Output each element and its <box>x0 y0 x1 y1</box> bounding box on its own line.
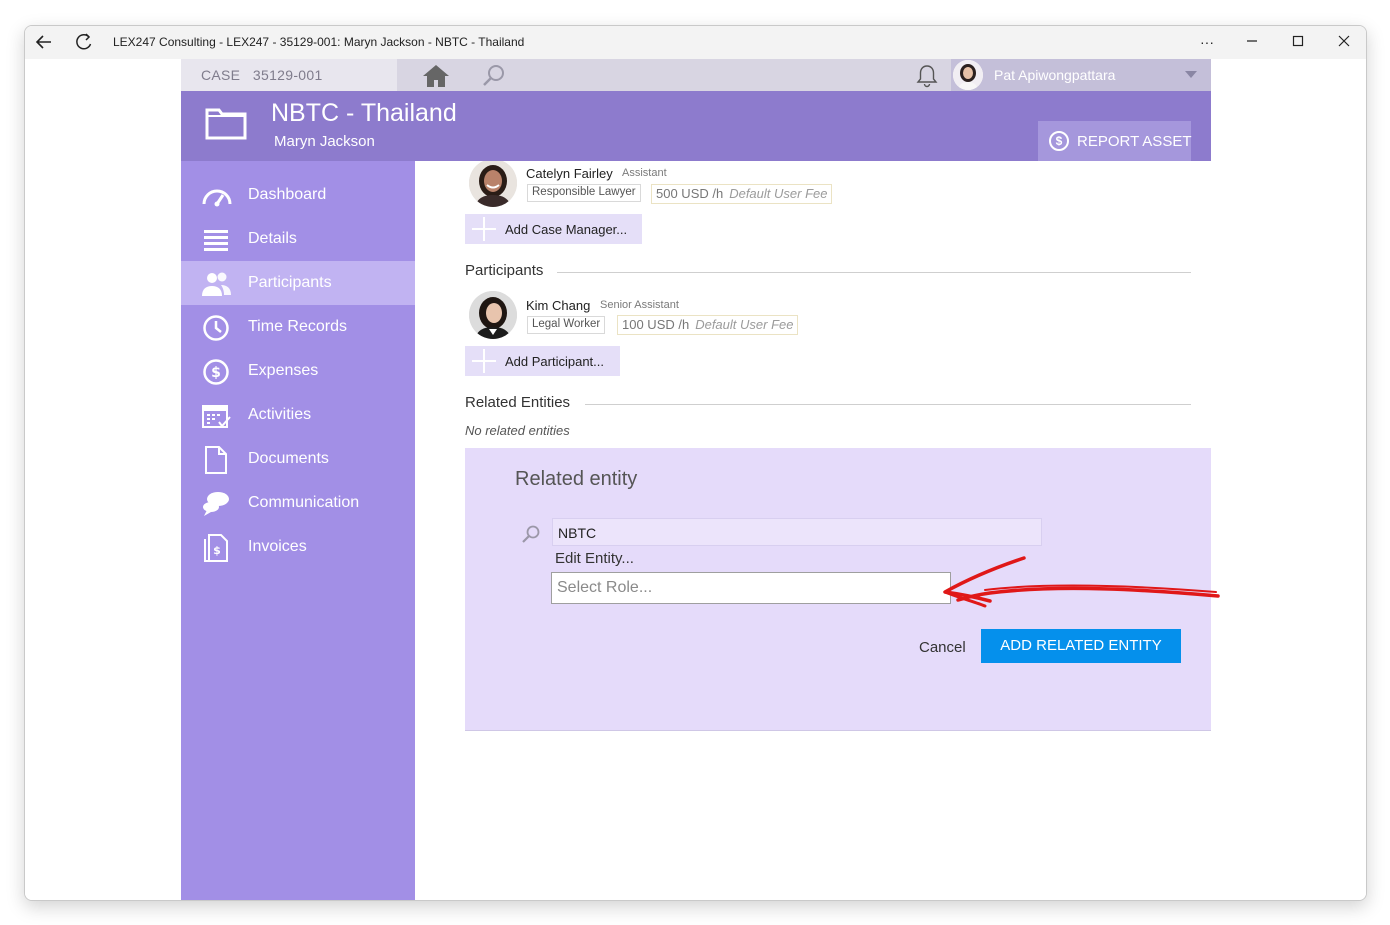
sidebar-item-time-records[interactable]: Time Records <box>181 305 415 349</box>
window-title: LEX247 Consulting - LEX247 - 35129-001: … <box>113 35 525 49</box>
participants-heading: Participants <box>465 262 544 279</box>
search-icon[interactable] <box>481 63 507 89</box>
add-case-manager-button[interactable]: Add Case Manager... <box>465 214 642 244</box>
dollar-icon: $ <box>201 358 233 386</box>
main-content: Catelyn Fairley Assistant Responsible La… <box>415 161 1211 900</box>
list-icon <box>201 226 233 254</box>
sidebar-item-label: Time Records <box>248 318 347 335</box>
divider <box>557 272 1191 273</box>
edit-entity-link[interactable]: Edit Entity... <box>555 550 634 567</box>
sidebar-item-dashboard[interactable]: Dashboard <box>181 173 415 217</box>
calendar-icon <box>201 402 233 430</box>
case-number: CASE 35129-001 <box>201 67 323 83</box>
maximize-icon[interactable] <box>1276 28 1320 56</box>
gauge-icon <box>201 182 233 210</box>
user-name: Pat Apiwongpattara <box>994 67 1116 83</box>
participant-fee: 100 USD /h Default User Fee <box>617 315 799 335</box>
add-participant-label: Add Participant... <box>505 354 604 369</box>
refresh-icon[interactable] <box>73 31 95 53</box>
client-name: Maryn Jackson <box>274 133 375 150</box>
sidebar-item-details[interactable]: Details <box>181 217 415 261</box>
sidebar-item-activities[interactable]: Activities <box>181 393 415 437</box>
invoice-icon: $ <box>201 534 233 562</box>
sidebar: Dashboard Details Participants Time Reco… <box>181 161 415 900</box>
folder-icon <box>205 104 247 140</box>
bell-icon[interactable] <box>914 63 940 89</box>
case-manager-fee: 500 USD /h Default User Fee <box>651 184 833 204</box>
sidebar-item-communication[interactable]: Communication <box>181 481 415 525</box>
case-header: NBTC - Thailand Maryn Jackson $ REPORT A… <box>181 91 1211 161</box>
sidebar-item-label: Participants <box>248 274 332 291</box>
back-arrow-icon[interactable] <box>33 31 55 53</box>
related-entities-heading: Related Entities <box>465 394 571 411</box>
sidebar-item-label: Dashboard <box>248 186 327 203</box>
sidebar-item-label: Details <box>248 230 297 247</box>
divider <box>585 404 1191 405</box>
fee-note: Default User Fee <box>729 186 828 201</box>
report-asset-button[interactable]: $ REPORT ASSET <box>1038 121 1192 161</box>
chevron-down-icon[interactable] <box>1185 71 1197 78</box>
home-icon[interactable] <box>421 63 451 89</box>
participant-title: Senior Assistant <box>600 299 679 311</box>
title-bar: LEX247 Consulting - LEX247 - 35129-001: … <box>25 26 1366 59</box>
document-icon <box>201 446 233 474</box>
top-bar: CASE 35129-001 Pat Apiwongpattara <box>181 59 1211 91</box>
sidebar-item-documents[interactable]: Documents <box>181 437 415 481</box>
add-participant-button[interactable]: Add Participant... <box>465 346 620 376</box>
search-icon <box>521 524 541 544</box>
avatar <box>953 60 983 90</box>
entity-search-input[interactable]: NBTC <box>552 518 1042 546</box>
svg-text:$: $ <box>211 365 221 381</box>
plus-icon <box>472 349 496 373</box>
report-asset-label: REPORT ASSET <box>1077 133 1192 150</box>
sidebar-item-label: Documents <box>248 450 329 467</box>
case-manager-role-tag: Responsible Lawyer <box>527 184 641 202</box>
page-title: NBTC - Thailand <box>271 99 457 127</box>
more-horizontal-icon[interactable]: ··· <box>1185 28 1229 56</box>
user-menu[interactable]: Pat Apiwongpattara <box>951 59 1211 91</box>
sidebar-item-label: Invoices <box>248 538 307 555</box>
app-window: LEX247 Consulting - LEX247 - 35129-001: … <box>24 25 1367 901</box>
plus-icon <box>472 217 496 241</box>
case-number-box: CASE 35129-001 <box>181 59 397 91</box>
svg-text:$: $ <box>213 544 221 557</box>
sidebar-item-label: Communication <box>248 494 360 511</box>
sidebar-item-label: Activities <box>248 406 312 423</box>
add-case-manager-label: Add Case Manager... <box>505 222 628 237</box>
related-entity-form: Related entity NBTC Edit Entity... Selec… <box>465 448 1211 731</box>
case-manager-title: Assistant <box>622 167 667 179</box>
cancel-button[interactable]: Cancel <box>919 639 966 656</box>
sidebar-item-invoices[interactable]: $ Invoices <box>181 525 415 569</box>
sidebar-item-label: Expenses <box>248 362 319 379</box>
form-title: Related entity <box>515 468 638 490</box>
minimize-icon[interactable] <box>1230 28 1274 56</box>
people-icon <box>201 270 233 298</box>
close-icon[interactable] <box>1322 28 1366 56</box>
avatar <box>469 291 517 339</box>
chat-icon <box>201 490 233 518</box>
clock-icon <box>201 314 233 342</box>
participant-name[interactable]: Kim Chang <box>526 298 590 313</box>
avatar <box>469 161 517 207</box>
role-select[interactable]: Select Role... <box>551 572 951 604</box>
sidebar-item-participants[interactable]: Participants <box>181 261 415 305</box>
fee-amount: 100 USD /h <box>622 317 690 332</box>
participant-role-tag: Legal Worker <box>527 316 606 334</box>
no-related-entities-text: No related entities <box>465 423 570 438</box>
fee-note: Default User Fee <box>695 317 794 332</box>
app-root: CASE 35129-001 Pat Apiwongpattara NBTC -… <box>181 59 1211 900</box>
dollar-icon: $ <box>1049 131 1069 151</box>
case-manager-name[interactable]: Catelyn Fairley <box>526 166 613 181</box>
fee-amount: 500 USD /h <box>656 186 724 201</box>
add-related-entity-button[interactable]: ADD RELATED ENTITY <box>981 629 1181 663</box>
sidebar-item-expenses[interactable]: $ Expenses <box>181 349 415 393</box>
